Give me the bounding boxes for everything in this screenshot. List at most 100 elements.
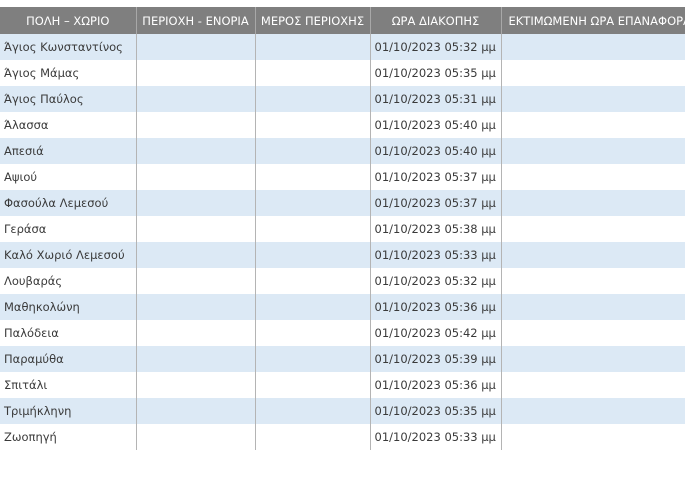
cell-estimated-restore-time — [501, 346, 685, 372]
table-row: Ζωοπηγή 01/10/2023 05:33 μμ — [0, 424, 685, 450]
cell-city-village: Άγιος Κωνσταντίνος — [0, 34, 137, 60]
cell-area-part — [255, 294, 371, 320]
cell-area-part — [255, 372, 371, 398]
column-header-outage-time: ΩΡΑ ΔΙΑΚΟΠΗΣ — [370, 7, 502, 34]
cell-city-village: Άγιος Μάμας — [0, 60, 137, 86]
table-row: Σπιτάλι 01/10/2023 05:36 μμ — [0, 372, 685, 398]
cell-estimated-restore-time — [501, 372, 685, 398]
cell-area-parish — [136, 112, 256, 138]
power-outage-table: ΠΟΛΗ – ΧΩΡΙΟ ΠΕΡΙΟΧΗ - ΕΝΟΡΙΑ ΜΕΡΟΣ ΠΕΡΙ… — [0, 7, 685, 450]
cell-estimated-restore-time — [501, 268, 685, 294]
cell-outage-time: 01/10/2023 05:35 μμ — [370, 398, 502, 424]
column-header-estimated-restore-time: ΕΚΤΙΜΩΜΕΝΗ ΩΡΑ ΕΠΑΝΑΦΟΡΑΣ — [501, 7, 685, 34]
cell-area-part — [255, 86, 371, 112]
cell-outage-time: 01/10/2023 05:31 μμ — [370, 86, 502, 112]
table-row: Άγιος Παύλος 01/10/2023 05:31 μμ — [0, 86, 685, 112]
cell-outage-time: 01/10/2023 05:36 μμ — [370, 372, 502, 398]
cell-area-parish — [136, 138, 256, 164]
cell-area-parish — [136, 424, 256, 450]
table-row: Αψιού 01/10/2023 05:37 μμ — [0, 164, 685, 190]
cell-estimated-restore-time — [501, 34, 685, 60]
table-row: Άγιος Κωνσταντίνος 01/10/2023 05:32 μμ — [0, 34, 685, 60]
cell-area-part — [255, 320, 371, 346]
cell-area-parish — [136, 320, 256, 346]
cell-area-part — [255, 164, 371, 190]
cell-outage-time: 01/10/2023 05:36 μμ — [370, 294, 502, 320]
cell-city-village: Μαθηκολώνη — [0, 294, 137, 320]
cell-area-part — [255, 346, 371, 372]
table-row: Απεσιά 01/10/2023 05:40 μμ — [0, 138, 685, 164]
cell-estimated-restore-time — [501, 424, 685, 450]
cell-city-village: Απεσιά — [0, 138, 137, 164]
table-header: ΠΟΛΗ – ΧΩΡΙΟ ΠΕΡΙΟΧΗ - ΕΝΟΡΙΑ ΜΕΡΟΣ ΠΕΡΙ… — [0, 7, 685, 34]
cell-area-part — [255, 424, 371, 450]
cell-outage-time: 01/10/2023 05:42 μμ — [370, 320, 502, 346]
cell-estimated-restore-time — [501, 138, 685, 164]
cell-area-parish — [136, 372, 256, 398]
cell-area-parish — [136, 86, 256, 112]
cell-area-part — [255, 190, 371, 216]
cell-city-village: Άγιος Παύλος — [0, 86, 137, 112]
table-row: Φασούλα Λεμεσού 01/10/2023 05:37 μμ — [0, 190, 685, 216]
table-row: Παραμύθα 01/10/2023 05:39 μμ — [0, 346, 685, 372]
column-header-city-village: ΠΟΛΗ – ΧΩΡΙΟ — [0, 7, 137, 34]
cell-city-village: Παλόδεια — [0, 320, 137, 346]
cell-city-village: Παραμύθα — [0, 346, 137, 372]
cell-area-parish — [136, 60, 256, 86]
cell-outage-time: 01/10/2023 05:40 μμ — [370, 138, 502, 164]
cell-area-part — [255, 268, 371, 294]
cell-city-village: Τριμήκληνη — [0, 398, 137, 424]
cell-area-part — [255, 34, 371, 60]
cell-estimated-restore-time — [501, 112, 685, 138]
cell-outage-time: 01/10/2023 05:37 μμ — [370, 190, 502, 216]
cell-estimated-restore-time — [501, 398, 685, 424]
table-body: Άγιος Κωνσταντίνος 01/10/2023 05:32 μμ Άγι… — [0, 34, 685, 450]
cell-city-village: Άλασσα — [0, 112, 137, 138]
table-row: Μαθηκολώνη 01/10/2023 05:36 μμ — [0, 294, 685, 320]
cell-area-parish — [136, 346, 256, 372]
cell-city-village: Ζωοπηγή — [0, 424, 137, 450]
cell-area-parish — [136, 268, 256, 294]
cell-outage-time: 01/10/2023 05:33 μμ — [370, 424, 502, 450]
cell-outage-time: 01/10/2023 05:40 μμ — [370, 112, 502, 138]
cell-outage-time: 01/10/2023 05:33 μμ — [370, 242, 502, 268]
cell-area-parish — [136, 34, 256, 60]
cell-estimated-restore-time — [501, 294, 685, 320]
cell-area-parish — [136, 190, 256, 216]
cell-city-village: Καλό Χωριό Λεμεσού — [0, 242, 137, 268]
cell-area-parish — [136, 164, 256, 190]
table-row: Παλόδεια 01/10/2023 05:42 μμ — [0, 320, 685, 346]
cell-outage-time: 01/10/2023 05:32 μμ — [370, 34, 502, 60]
cell-estimated-restore-time — [501, 164, 685, 190]
table-row: Τριμήκληνη 01/10/2023 05:35 μμ — [0, 398, 685, 424]
cell-outage-time: 01/10/2023 05:37 μμ — [370, 164, 502, 190]
table-row: Άγιος Μάμας 01/10/2023 05:35 μμ — [0, 60, 685, 86]
cell-area-parish — [136, 242, 256, 268]
table-row: Καλό Χωριό Λεμεσού 01/10/2023 05:33 μμ — [0, 242, 685, 268]
cell-city-village: Σπιτάλι — [0, 372, 137, 398]
table-row: Άλασσα 01/10/2023 05:40 μμ — [0, 112, 685, 138]
cell-outage-time: 01/10/2023 05:35 μμ — [370, 60, 502, 86]
cell-area-parish — [136, 294, 256, 320]
cell-city-village: Λουβαράς — [0, 268, 137, 294]
table-row: Λουβαράς 01/10/2023 05:32 μμ — [0, 268, 685, 294]
cell-city-village: Φασούλα Λεμεσού — [0, 190, 137, 216]
cell-estimated-restore-time — [501, 216, 685, 242]
cell-outage-time: 01/10/2023 05:32 μμ — [370, 268, 502, 294]
cell-area-part — [255, 138, 371, 164]
cell-area-part — [255, 112, 371, 138]
cell-area-parish — [136, 216, 256, 242]
column-header-area-parish: ΠΕΡΙΟΧΗ - ΕΝΟΡΙΑ — [136, 7, 256, 34]
cell-city-village: Αψιού — [0, 164, 137, 190]
cell-outage-time: 01/10/2023 05:39 μμ — [370, 346, 502, 372]
cell-area-part — [255, 216, 371, 242]
cell-estimated-restore-time — [501, 242, 685, 268]
cell-area-parish — [136, 398, 256, 424]
cell-estimated-restore-time — [501, 320, 685, 346]
cell-estimated-restore-time — [501, 86, 685, 112]
cell-area-part — [255, 242, 371, 268]
column-header-area-part: ΜΕΡΟΣ ΠΕΡΙΟΧΗΣ — [255, 7, 371, 34]
table-row: Γεράσα 01/10/2023 05:38 μμ — [0, 216, 685, 242]
cell-area-part — [255, 398, 371, 424]
header-row: ΠΟΛΗ – ΧΩΡΙΟ ΠΕΡΙΟΧΗ - ΕΝΟΡΙΑ ΜΕΡΟΣ ΠΕΡΙ… — [0, 7, 685, 34]
